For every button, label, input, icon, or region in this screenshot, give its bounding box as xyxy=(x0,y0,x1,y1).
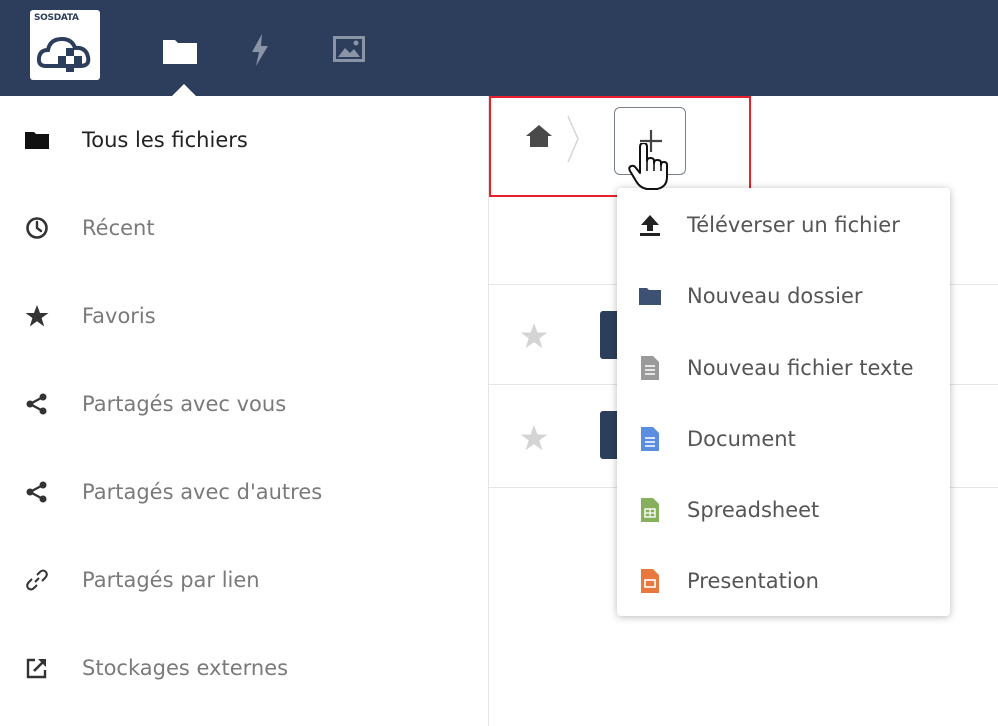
favorite-star-icon[interactable] xyxy=(520,322,548,354)
cloud-logo-icon xyxy=(36,36,91,72)
menu-item-new-folder[interactable]: Nouveau dossier xyxy=(617,261,950,331)
menu-item-new-text-file[interactable]: Nouveau fichier texte xyxy=(617,333,950,403)
activity-lightning-icon[interactable] xyxy=(250,34,270,70)
document-icon xyxy=(639,426,661,452)
link-icon xyxy=(24,567,50,593)
sidebar-item-label: Stockages externes xyxy=(82,656,289,680)
annotation-highlight-box xyxy=(489,96,751,197)
share-icon xyxy=(24,479,50,505)
files-app-folder-icon[interactable] xyxy=(163,38,197,68)
sidebar-item-label: Tous les fichiers xyxy=(82,128,248,152)
favorite-star-icon[interactable] xyxy=(520,424,548,456)
sidebar-item-shared-with-others[interactable]: Partagés avec d'autres xyxy=(0,462,488,522)
sidebar-navigation: Tous les fichiers Récent Favoris Partagé… xyxy=(0,96,489,726)
sidebar-item-all-files[interactable]: Tous les fichiers xyxy=(0,110,488,170)
text-file-icon xyxy=(639,355,661,381)
menu-item-label: Téléverser un fichier xyxy=(687,213,900,237)
sidebar-item-shared-with-you[interactable]: Partagés avec vous xyxy=(0,374,488,434)
sidebar-item-label: Partagés avec d'autres xyxy=(82,480,323,504)
new-file-dropdown-menu: Téléverser un fichier Nouveau dossier No… xyxy=(617,188,950,616)
top-header-bar: SOSDATA xyxy=(0,0,998,96)
menu-item-spreadsheet[interactable]: Spreadsheet xyxy=(617,475,950,545)
gallery-image-icon[interactable] xyxy=(333,36,365,66)
menu-item-label: Document xyxy=(687,427,796,451)
star-icon xyxy=(24,303,50,329)
sidebar-item-label: Favoris xyxy=(82,304,156,328)
menu-item-label: Nouveau fichier texte xyxy=(687,356,914,380)
clock-icon xyxy=(24,215,50,241)
sidebar-item-label: Partagés avec vous xyxy=(82,392,287,416)
menu-item-label: Presentation xyxy=(687,569,819,593)
menu-item-label: Nouveau dossier xyxy=(687,284,863,308)
sidebar-item-recent[interactable]: Récent xyxy=(0,198,488,258)
external-link-icon xyxy=(24,655,50,681)
sosdata-logo[interactable]: SOSDATA xyxy=(30,10,100,80)
folder-icon xyxy=(24,127,50,153)
sidebar-item-shared-by-link[interactable]: Partagés par lien xyxy=(0,550,488,610)
menu-item-document[interactable]: Document xyxy=(617,404,950,474)
folder-icon xyxy=(639,283,661,309)
sidebar-item-favorites[interactable]: Favoris xyxy=(0,286,488,346)
presentation-icon xyxy=(639,568,661,594)
sidebar-item-external-storage[interactable]: Stockages externes xyxy=(0,638,488,698)
menu-item-upload-file[interactable]: Téléverser un fichier xyxy=(617,190,950,260)
sidebar-item-label: Récent xyxy=(82,216,155,240)
active-app-indicator xyxy=(172,84,196,96)
share-icon xyxy=(24,391,50,417)
hand-pointer-cursor-icon xyxy=(628,142,670,195)
spreadsheet-icon xyxy=(639,497,661,523)
logo-text: SOSDATA xyxy=(34,13,79,23)
upload-icon xyxy=(639,212,661,238)
menu-item-presentation[interactable]: Presentation xyxy=(617,546,950,616)
sidebar-item-label: Partagés par lien xyxy=(82,568,260,592)
menu-item-label: Spreadsheet xyxy=(687,498,820,522)
